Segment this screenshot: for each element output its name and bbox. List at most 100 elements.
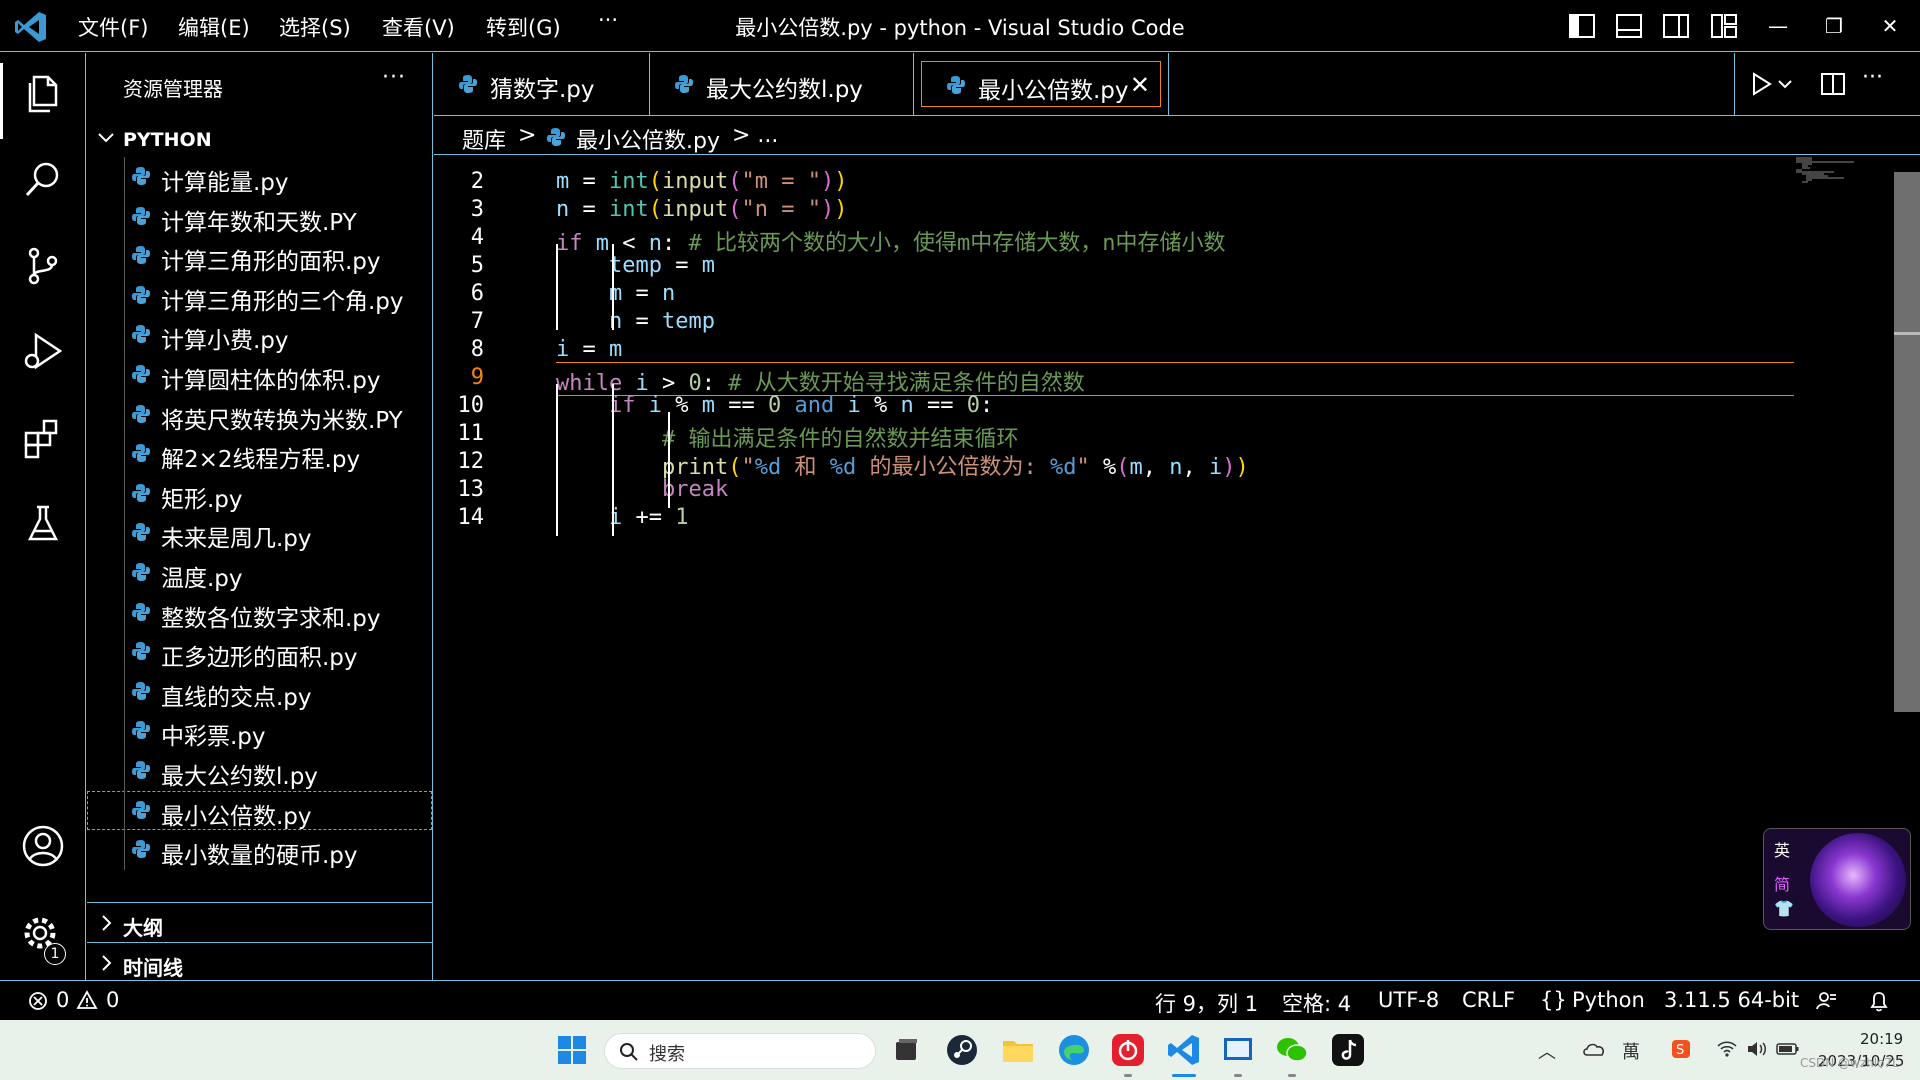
menu-selection[interactable]: 选择(S): [279, 12, 351, 42]
menu-file[interactable]: 文件(F): [78, 12, 148, 42]
warning-icon[interactable]: [76, 990, 98, 1010]
indentation[interactable]: 空格: 4: [1282, 988, 1351, 1018]
customize-layout-icon[interactable]: [1710, 12, 1738, 40]
task-view-icon[interactable]: [888, 1032, 924, 1068]
file-item[interactable]: 计算能量.py: [87, 157, 432, 197]
input-method-indicator[interactable]: 萬: [1622, 1038, 1640, 1064]
volume-icon[interactable]: [1746, 1040, 1768, 1058]
file-item[interactable]: 正多边形的面积.py: [87, 632, 432, 672]
onedrive-icon[interactable]: [1582, 1040, 1606, 1058]
extensions-icon[interactable]: [20, 415, 66, 461]
show-hidden-icons-chevron-icon[interactable]: ︿: [1538, 1038, 1556, 1064]
file-item[interactable]: 计算小费.py: [87, 315, 432, 355]
run-python-file-icon[interactable]: [1746, 69, 1776, 99]
file-item[interactable]: 温度.py: [87, 552, 432, 593]
douyin-icon[interactable]: [1330, 1032, 1366, 1068]
outline-section[interactable]: 大纲: [87, 902, 432, 942]
indent-guide: [612, 244, 614, 330]
settings-badge: 1: [44, 943, 66, 965]
error-icon[interactable]: [28, 991, 48, 1011]
minimap[interactable]: [1794, 156, 1864, 186]
breadcrumb-separator: >: [518, 123, 537, 148]
file-item[interactable]: 计算三角形的三个角.py: [87, 275, 432, 316]
file-item[interactable]: 整数各位数字求和.py: [87, 592, 432, 633]
taskbar-search[interactable]: 搜索: [604, 1033, 876, 1069]
toggle-secondary-sidebar-icon[interactable]: [1662, 12, 1690, 40]
toggle-primary-sidebar-icon[interactable]: [1568, 12, 1596, 40]
python-file-icon: [132, 285, 150, 304]
file-item[interactable]: 解2×2线程方程.py: [87, 434, 432, 474]
battery-icon[interactable]: [1776, 1041, 1800, 1057]
encoding[interactable]: UTF-8: [1378, 988, 1439, 1012]
vertical-scrollbar[interactable]: [1894, 172, 1920, 712]
menu-goto[interactable]: 转到(G): [486, 12, 561, 42]
file-item[interactable]: 最大公约数l.py: [87, 750, 432, 791]
braces-icon[interactable]: {}: [1540, 988, 1567, 1012]
file-item[interactable]: 计算年数和天数.PY: [87, 196, 432, 237]
clock-time[interactable]: 20:19: [1860, 1030, 1903, 1048]
file-item[interactable]: 计算三角形的面积.py: [87, 236, 432, 276]
wechat-icon[interactable]: [1274, 1032, 1310, 1068]
timeline-section[interactable]: 时间线: [87, 942, 432, 982]
minimize-button[interactable]: —: [1756, 8, 1800, 44]
menu-more[interactable]: ···: [598, 8, 618, 32]
source-control-icon[interactable]: [20, 243, 66, 289]
breadcrumb-tail[interactable]: > ...: [732, 123, 778, 148]
account-icon[interactable]: [20, 823, 66, 869]
file-item[interactable]: 未来是周几.py: [87, 513, 432, 553]
language-mode[interactable]: Python: [1572, 988, 1645, 1012]
sidebar-more-button[interactable]: ···: [382, 65, 406, 90]
ime-mode[interactable]: 简: [1774, 871, 1790, 895]
file-item[interactable]: 将英尺数转换为米数.PY: [87, 394, 432, 435]
tab-gcd[interactable]: 最大公约数l.py: [650, 53, 914, 115]
split-editor-icon[interactable]: [1818, 69, 1848, 99]
ime-shirt-icon[interactable]: 👕: [1774, 899, 1794, 918]
toggle-panel-icon[interactable]: [1615, 12, 1643, 40]
edge-browser-icon[interactable]: [1056, 1032, 1092, 1068]
cursor-position[interactable]: 行 9，列 1: [1155, 988, 1258, 1018]
explorer-icon[interactable]: [20, 71, 66, 117]
file-explorer-icon[interactable]: [1000, 1032, 1036, 1068]
file-item[interactable]: 矩形.py: [87, 473, 432, 514]
close-icon[interactable]: ✕: [1130, 71, 1150, 99]
code-line[interactable]: 14 i += 1: [434, 502, 1794, 536]
error-count[interactable]: 0: [56, 988, 69, 1012]
tab-guess-number[interactable]: 猜数字.py: [434, 53, 650, 115]
windows-start-icon[interactable]: [554, 1032, 590, 1068]
sogou-icon[interactable]: S: [1670, 1038, 1692, 1060]
search-icon[interactable]: [20, 157, 66, 203]
steam-icon[interactable]: [944, 1032, 980, 1068]
feedback-icon[interactable]: [1814, 989, 1838, 1013]
vscode-logo-icon[interactable]: [14, 10, 48, 44]
file-item[interactable]: 最小数量的硬币.py: [87, 830, 432, 870]
line-ending[interactable]: CRLF: [1462, 988, 1515, 1012]
file-item[interactable]: 中彩票.py: [87, 711, 432, 751]
restore-button[interactable]: ❐: [1812, 8, 1856, 44]
wifi-icon[interactable]: [1716, 1040, 1738, 1058]
menu-view[interactable]: 查看(V): [382, 12, 455, 42]
menu-edit[interactable]: 编辑(E): [178, 12, 250, 42]
chevron-down-icon[interactable]: [1776, 69, 1794, 99]
ime-language[interactable]: 英: [1774, 837, 1790, 861]
active-app-indicator: [1172, 1074, 1196, 1077]
python-interpreter[interactable]: 3.11.5 64-bit: [1664, 988, 1799, 1012]
notifications-bell-icon[interactable]: [1868, 989, 1890, 1013]
vscode-taskbar-icon[interactable]: [1166, 1032, 1202, 1068]
breadcrumb-folder[interactable]: 题库: [462, 123, 506, 155]
code-editor[interactable]: 2 m = int(input("m = ")) 3 n = int(input…: [434, 156, 1920, 980]
testing-icon[interactable]: [20, 501, 66, 547]
file-item[interactable]: 计算圆柱体的体积.py: [87, 354, 432, 395]
python-file-icon: [547, 128, 565, 146]
close-window-button[interactable]: ✕: [1868, 8, 1912, 44]
tab-lcm[interactable]: 最小公倍数.py ✕: [921, 61, 1161, 107]
folder-header[interactable]: PYTHON: [87, 123, 432, 157]
netease-music-icon[interactable]: [1110, 1032, 1146, 1068]
breadcrumb-file[interactable]: 最小公倍数.py: [576, 123, 720, 155]
remote-desktop-icon[interactable]: [1220, 1032, 1256, 1068]
editor-more-button[interactable]: ···: [1862, 65, 1883, 90]
warning-count[interactable]: 0: [106, 988, 119, 1012]
run-debug-icon[interactable]: [20, 329, 66, 375]
ime-widget[interactable]: 英 简 👕: [1763, 828, 1911, 930]
file-item[interactable]: 直线的交点.py: [87, 671, 432, 712]
file-item[interactable]: 最小公倍数.py: [87, 790, 432, 831]
